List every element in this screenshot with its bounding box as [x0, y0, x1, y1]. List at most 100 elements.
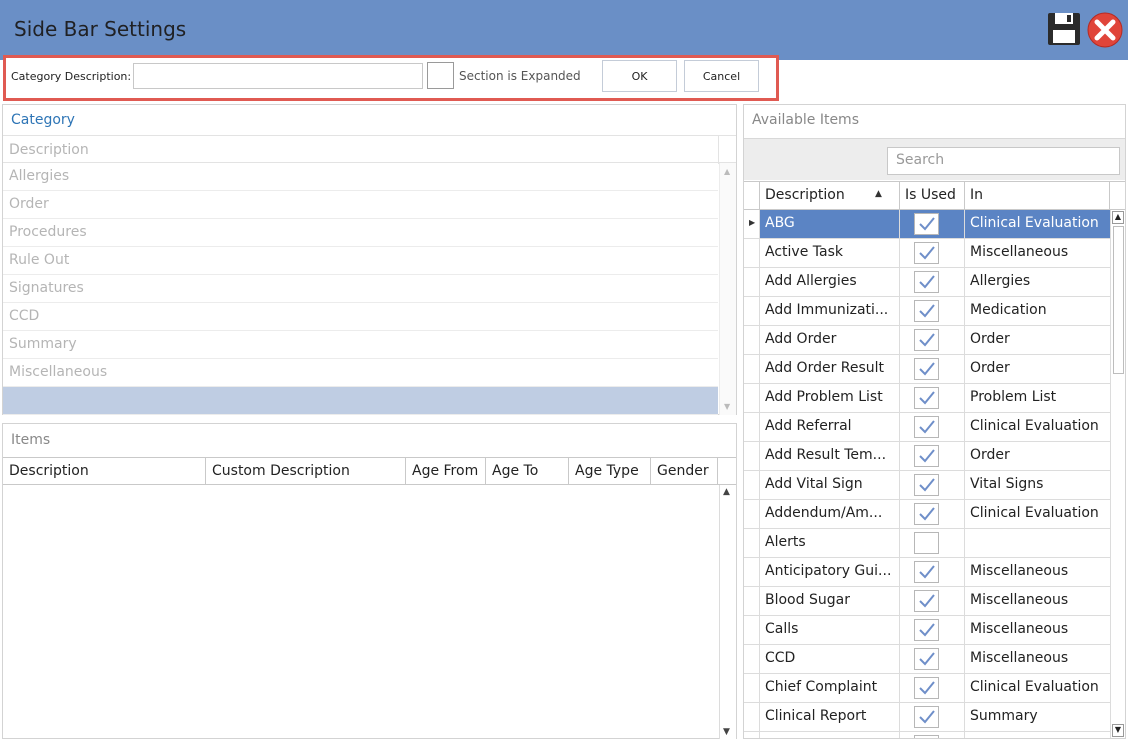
- table-row[interactable]: Add Order Order: [744, 326, 1110, 355]
- cell-in: Clinical Evaluation: [970, 505, 1099, 521]
- table-row[interactable]: Add Immunizati... Medication: [744, 297, 1110, 326]
- category-description-input[interactable]: [133, 63, 423, 89]
- table-row[interactable]: Clinical Report Summary: [744, 703, 1110, 732]
- items-column-age-type[interactable]: Age Type: [569, 458, 651, 485]
- items-column-custom-description[interactable]: Custom Description: [206, 458, 406, 485]
- search-input[interactable]: Search: [887, 147, 1120, 175]
- cell-is-used: [900, 442, 965, 470]
- is-used-checkbox[interactable]: [914, 445, 939, 467]
- table-row[interactable]: Add Order Result Order: [744, 355, 1110, 384]
- scroll-down-icon[interactable]: ▼: [724, 402, 730, 411]
- is-used-checkbox[interactable]: [914, 590, 939, 612]
- table-row[interactable]: Anticipatory Gui... Miscellaneous: [744, 558, 1110, 587]
- is-used-checkbox[interactable]: [914, 532, 939, 554]
- row-indicator: [744, 413, 760, 441]
- cell-is-used: [900, 471, 965, 499]
- title-bar: Side Bar Settings: [0, 0, 1128, 60]
- table-row[interactable]: Blood Sugar Miscellaneous: [744, 587, 1110, 616]
- list-item[interactable]: Order: [3, 191, 718, 219]
- items-column-age-from[interactable]: Age From: [406, 458, 486, 485]
- table-row[interactable]: Add Referral Clinical Evaluation: [744, 413, 1110, 442]
- scroll-thumb[interactable]: [1113, 226, 1124, 374]
- items-scrollbar[interactable]: ▲ ▼: [719, 485, 736, 739]
- available-scrollbar[interactable]: ▲ ▼: [1110, 210, 1125, 738]
- cancel-button[interactable]: Cancel: [684, 60, 759, 92]
- cell-description: CCD: [760, 645, 900, 673]
- is-used-checkbox[interactable]: [914, 619, 939, 641]
- table-row[interactable]: CCD Miscellaneous: [744, 645, 1110, 674]
- is-used-checkbox[interactable]: [914, 416, 939, 438]
- row-indicator: [744, 529, 760, 557]
- checkmark-icon: [919, 391, 935, 405]
- table-row[interactable]: ▶ ABG Clinical Evaluation: [744, 210, 1110, 239]
- cell-in: Order: [970, 447, 1010, 463]
- is-used-checkbox[interactable]: [914, 735, 939, 738]
- is-used-checkbox[interactable]: [914, 358, 939, 380]
- available-column-is-used[interactable]: Is Used: [900, 182, 965, 210]
- save-icon[interactable]: [1047, 12, 1081, 46]
- category-scrollbar[interactable]: ▲ ▼: [719, 163, 736, 415]
- row-indicator: [744, 297, 760, 325]
- row-indicator: [744, 239, 760, 267]
- cell-description: Add Immunizati...: [760, 297, 900, 325]
- ok-button[interactable]: OK: [602, 60, 677, 92]
- category-column-description[interactable]: Description: [9, 142, 89, 158]
- is-used-checkbox[interactable]: [914, 503, 939, 525]
- table-row[interactable]: [744, 732, 1110, 738]
- items-column-age-to[interactable]: Age To: [486, 458, 569, 485]
- window-title: Side Bar Settings: [14, 17, 187, 41]
- cell-is-used: [900, 732, 965, 738]
- scroll-down-icon[interactable]: ▼: [1112, 724, 1124, 737]
- list-item[interactable]: Procedures: [3, 219, 718, 247]
- is-used-checkbox[interactable]: [914, 474, 939, 496]
- list-item[interactable]: Rule Out: [3, 247, 718, 275]
- cell-is-used: [900, 239, 965, 267]
- list-item[interactable]: Miscellaneous: [3, 359, 718, 387]
- table-row[interactable]: Add Allergies Allergies: [744, 268, 1110, 297]
- row-indicator: [744, 326, 760, 354]
- category-description-label: Category Description:: [11, 70, 132, 83]
- section-expanded-checkbox[interactable]: [427, 62, 454, 89]
- available-column-in[interactable]: In: [965, 182, 1110, 210]
- table-row[interactable]: Add Vital Sign Vital Signs: [744, 471, 1110, 500]
- is-used-checkbox[interactable]: [914, 677, 939, 699]
- items-column-description[interactable]: Description: [3, 458, 206, 485]
- list-item[interactable]: Summary: [3, 331, 718, 359]
- list-item[interactable]: Allergies: [3, 163, 718, 191]
- table-row[interactable]: Add Result Tem... Order: [744, 442, 1110, 471]
- list-item-selected[interactable]: [3, 387, 718, 415]
- column-divider: [718, 136, 719, 164]
- list-item[interactable]: Signatures: [3, 275, 718, 303]
- scroll-up-icon[interactable]: ▲: [723, 487, 730, 497]
- is-used-checkbox[interactable]: [914, 387, 939, 409]
- row-indicator: [744, 674, 760, 702]
- table-row[interactable]: Alerts: [744, 529, 1110, 558]
- table-row[interactable]: Add Problem List Problem List: [744, 384, 1110, 413]
- table-row[interactable]: Active Task Miscellaneous: [744, 239, 1110, 268]
- scroll-down-icon[interactable]: ▼: [723, 727, 730, 737]
- table-row[interactable]: Addendum/Am... Clinical Evaluation: [744, 500, 1110, 529]
- list-item[interactable]: CCD: [3, 303, 718, 331]
- is-used-checkbox[interactable]: [914, 706, 939, 728]
- cell-in: Miscellaneous: [970, 244, 1069, 260]
- table-row[interactable]: Chief Complaint Clinical Evaluation: [744, 674, 1110, 703]
- is-used-checkbox[interactable]: [914, 561, 939, 583]
- row-indicator: [744, 442, 760, 470]
- is-used-checkbox[interactable]: [914, 271, 939, 293]
- is-used-checkbox[interactable]: [914, 242, 939, 264]
- is-used-checkbox[interactable]: [914, 300, 939, 322]
- cell-in: Vital Signs: [970, 476, 1044, 492]
- scroll-up-icon[interactable]: ▲: [724, 167, 730, 176]
- row-indicator: [744, 587, 760, 615]
- is-used-checkbox[interactable]: [914, 648, 939, 670]
- close-icon[interactable]: [1087, 12, 1123, 48]
- cell-in: [965, 529, 1110, 557]
- table-row[interactable]: Calls Miscellaneous: [744, 616, 1110, 645]
- is-used-checkbox[interactable]: [914, 329, 939, 351]
- checkmark-icon: [919, 449, 935, 463]
- cell-in: Allergies: [970, 273, 1031, 289]
- scroll-up-icon[interactable]: ▲: [1112, 211, 1124, 224]
- items-column-gender[interactable]: Gender: [651, 458, 718, 485]
- is-used-checkbox[interactable]: [914, 213, 939, 235]
- items-panel: Items Description Custom Description Age…: [2, 423, 737, 739]
